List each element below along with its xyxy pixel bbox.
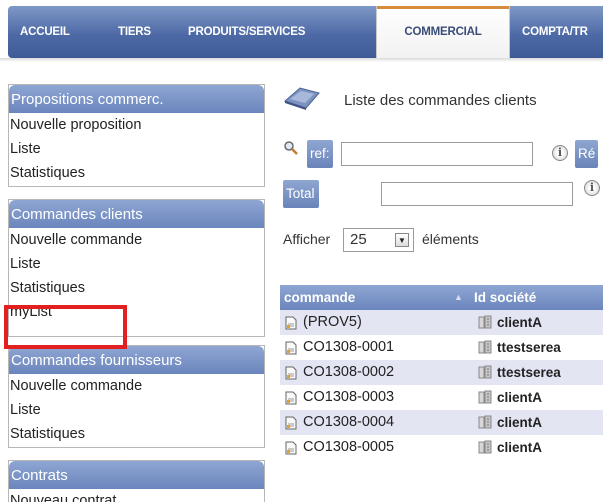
ref-client-filter-label: Ré <box>575 140 599 168</box>
column-header-commande[interactable]: commande <box>284 285 355 310</box>
menu-item-statistiques[interactable]: Statistiques <box>9 422 264 446</box>
total-ttc-input[interactable] <box>381 182 573 206</box>
tab-tiers[interactable]: TIERS <box>118 6 151 58</box>
company-link[interactable]: clientA <box>497 410 542 435</box>
table-row[interactable]: CO1308-0005 clientA <box>280 435 603 460</box>
company-icon <box>478 390 492 404</box>
menu-item-liste[interactable]: Liste <box>9 398 264 422</box>
menu-item-nouveau-contrat[interactable]: Nouveau contrat <box>9 489 264 502</box>
annotation-highlight-box <box>4 305 127 349</box>
main-menu: ACCUEIL TIERS PRODUITS/SERVICES COMMERCI… <box>8 6 603 62</box>
sort-icon[interactable]: ▲ <box>454 285 463 310</box>
menu-section-propositions: Propositions commerc. Nouvelle propositi… <box>8 84 265 187</box>
table-row[interactable]: CO1308-0001 ttestserea <box>280 335 603 360</box>
document-icon <box>285 441 297 455</box>
info-icon[interactable]: i <box>552 145 568 161</box>
menu-item-statistiques[interactable]: Statistiques <box>9 161 264 185</box>
top-navigation-bar: ACCUEIL TIERS PRODUITS/SERVICES COMMERCI… <box>0 0 603 63</box>
chevron-down-icon[interactable]: ▼ <box>395 233 409 247</box>
company-icon <box>478 415 492 429</box>
info-icon[interactable]: i <box>584 180 600 196</box>
order-ref-link[interactable]: (PROV5) <box>303 310 362 335</box>
document-icon <box>285 391 297 405</box>
page-length-value: 25 <box>350 231 367 248</box>
menu-item-liste[interactable]: Liste <box>9 252 264 276</box>
order-ref-link[interactable]: CO1308-0005 <box>303 435 394 460</box>
order-ref-link[interactable]: CO1308-0003 <box>303 385 394 410</box>
tab-produits-services[interactable]: PRODUITS/SERVICES <box>188 6 305 58</box>
search-icon[interactable] <box>283 140 299 156</box>
table-row[interactable]: CO1308-0004 clientA <box>280 410 603 435</box>
menu-section-title[interactable]: Contrats <box>9 461 264 489</box>
table-row[interactable]: CO1308-0002 ttestserea <box>280 360 603 385</box>
company-link[interactable]: ttestserea <box>497 335 561 360</box>
tab-accueil[interactable]: ACCUEIL <box>20 6 70 58</box>
menu-section-title[interactable]: Propositions commerc. <box>9 85 264 113</box>
orders-table: commande ▲ Id société (PROV5) clientA CO13… <box>280 285 603 460</box>
company-icon <box>478 340 492 354</box>
company-link[interactable]: clientA <box>497 435 542 460</box>
menu-item-statistiques[interactable]: Statistiques <box>9 276 264 300</box>
length-label-before: Afficher <box>283 231 331 247</box>
length-label-after: éléments <box>422 231 479 247</box>
company-icon <box>478 315 492 329</box>
tab-commercial[interactable]: COMMERCIAL <box>376 6 510 62</box>
menu-section-commandes-fournisseurs: Commandes fournisseurs Nouvelle commande… <box>8 345 265 448</box>
column-header-id-societe[interactable]: Id société <box>474 285 536 310</box>
ref-filter-label: ref: <box>307 140 333 168</box>
orders-page-icon <box>284 87 320 110</box>
order-ref-link[interactable]: CO1308-0001 <box>303 335 394 360</box>
topnav-divider <box>0 58 603 62</box>
document-icon <box>285 366 297 380</box>
document-icon <box>285 416 297 430</box>
menu-item-nouvelle-commande[interactable]: Nouvelle commande <box>9 228 264 252</box>
total-ttc-label: Total TTC: <box>283 180 319 229</box>
menu-item-nouvelle-proposition[interactable]: Nouvelle proposition <box>9 113 264 137</box>
table-header-row: commande ▲ Id société <box>280 285 603 310</box>
menu-section-title[interactable]: Commandes fournisseurs <box>9 346 264 374</box>
menu-item-nouvelle-commande[interactable]: Nouvelle commande <box>9 374 264 398</box>
tab-compta-tresorerie[interactable]: COMPTA/TR <box>522 6 588 58</box>
table-row[interactable]: CO1308-0003 clientA <box>280 385 603 410</box>
company-link[interactable]: clientA <box>497 310 542 335</box>
company-icon <box>478 440 492 454</box>
company-icon <box>478 365 492 379</box>
menu-section-contrats: Contrats Nouveau contrat <box>8 460 265 502</box>
page-length-select[interactable]: 25 ▼ <box>343 228 414 252</box>
menu-section-title[interactable]: Commandes clients <box>9 200 264 228</box>
table-row[interactable]: (PROV5) clientA <box>280 310 603 335</box>
order-ref-link[interactable]: CO1308-0004 <box>303 410 394 435</box>
document-icon <box>285 316 297 330</box>
ref-filter-input[interactable] <box>341 142 533 166</box>
menu-item-liste[interactable]: Liste <box>9 137 264 161</box>
company-link[interactable]: clientA <box>497 385 542 410</box>
company-link[interactable]: ttestserea <box>497 360 561 385</box>
document-icon <box>285 341 297 355</box>
page-title: Liste des commandes clients <box>344 92 537 109</box>
order-ref-link[interactable]: CO1308-0002 <box>303 360 394 385</box>
